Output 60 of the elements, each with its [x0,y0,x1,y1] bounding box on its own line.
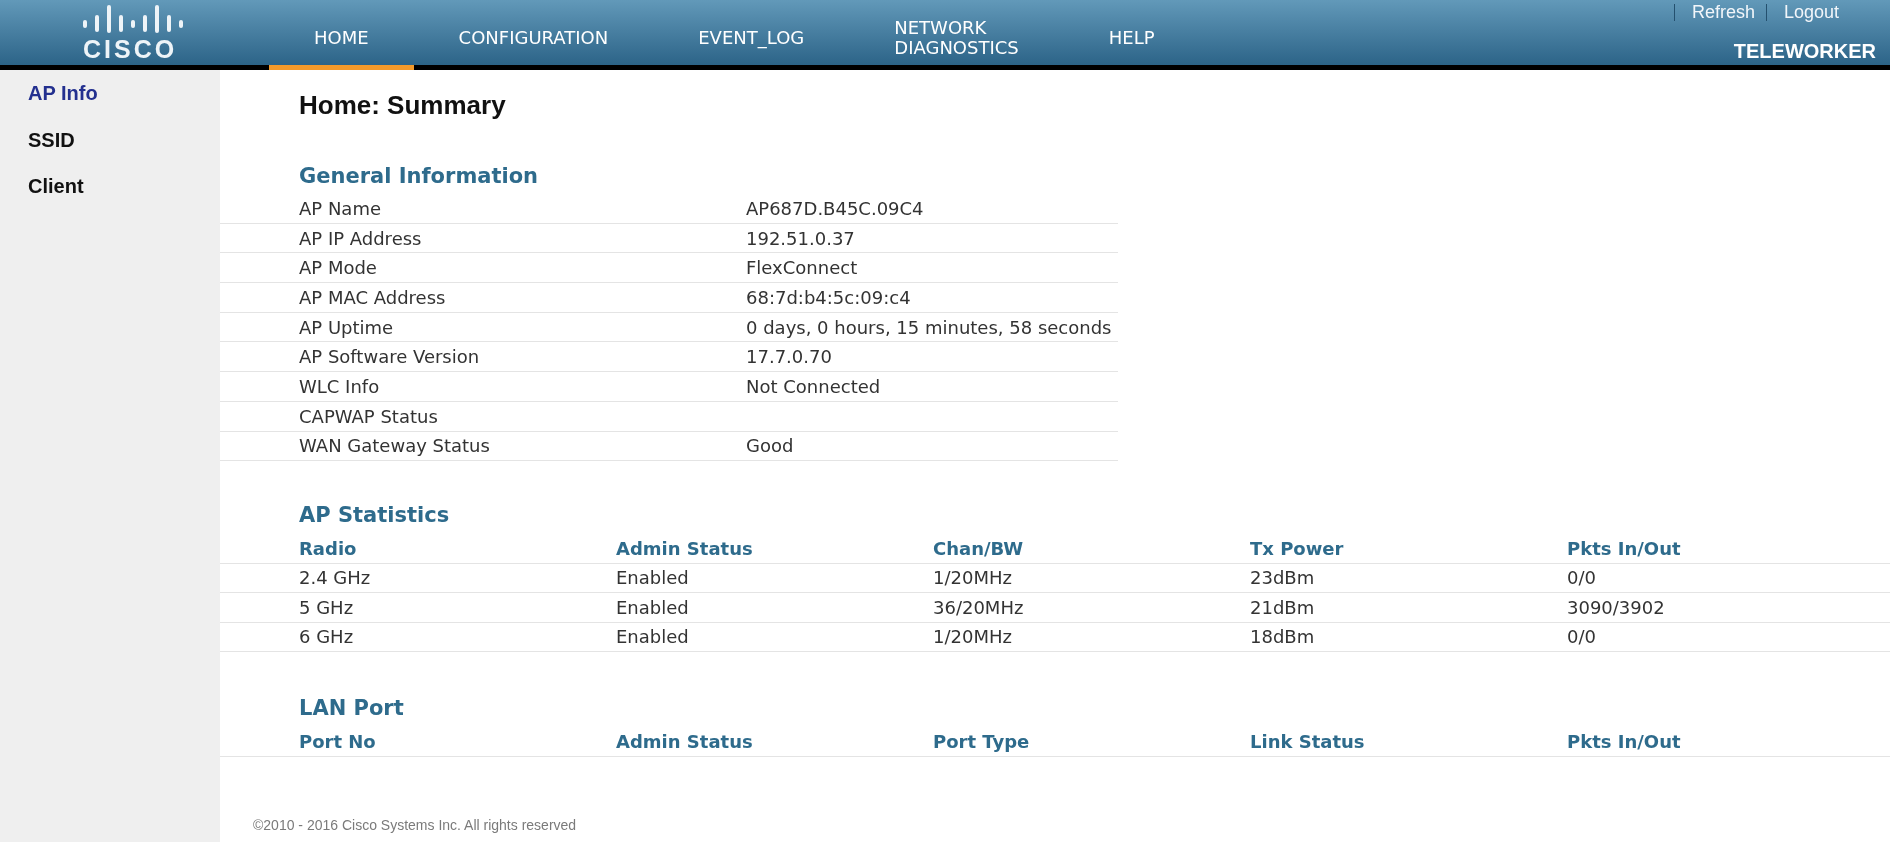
logo-wordmark: CISCO [83,39,178,59]
nav-tab[interactable]: HELP [1063,0,1200,70]
column-header: Admin Status [616,730,753,752]
field-value: Not Connected [746,374,881,399]
section-heading: AP Statistics [299,502,450,529]
column-header: Link Status [1250,730,1365,752]
bars-logo-icon [83,5,183,33]
nav-tab[interactable]: NETWORK DIAGNOSTICS [849,0,1064,70]
table-cell: 2.4 GHz [299,567,371,589]
table-cell: 23dBm [1250,567,1315,589]
field-value: 17.7.0.70 [746,345,832,370]
table-cell: 0/0 [1567,567,1596,589]
table-cell: 5 GHz [299,596,354,618]
field-label: WLC Info [299,375,380,397]
table-cell: Enabled [616,567,689,589]
field-value: 192.51.0.37 [746,226,855,251]
nav-tab[interactable]: EVENT_LOG [653,0,850,70]
field-label: AP Mode [299,257,377,279]
field-label: AP Uptime [299,316,394,338]
copyright-text: ©2010 - 2016 Cisco Systems Inc. All rights reserved [253,817,577,833]
table-cell: 0/0 [1567,626,1596,648]
table-cell: 21dBm [1250,596,1315,618]
table-cell: Enabled [616,596,689,618]
table-cell: 36/20MHz [933,596,1024,618]
table-cell: 18dBm [1250,626,1315,648]
mode-label: TELEWORKER [1733,41,1876,61]
field-value: AP687D.B45C.09C4 [746,196,924,221]
column-header: Admin Status [616,537,753,559]
section-heading: General Information [299,163,539,189]
column-header: Port Type [933,730,1030,752]
field-value: Good [746,434,794,459]
column-header: Tx Power [1250,537,1344,559]
page-title: Home: Summary [299,90,506,120]
table-cell: 1/20MHz [933,626,1012,648]
sidebar-item[interactable]: SSID [0,116,220,163]
nav-tab[interactable]: HOME [269,0,414,70]
nav-tab[interactable]: CONFIGURATION [413,0,654,70]
field-label: WAN Gateway Status [299,435,490,457]
column-header: Port No [299,730,376,752]
table-cell: 1/20MHz [933,567,1012,589]
column-header: Pkts In/Out [1567,537,1681,559]
header-link[interactable]: Logout [1783,3,1839,21]
field-value: 68:7d:b4:5c:09:c4 [746,285,911,310]
field-label: AP Software Version [299,346,480,368]
field-label: AP IP Address [299,227,422,249]
table-cell: 3090/3902 [1567,596,1665,618]
sidebar-item[interactable]: AP Info [0,70,220,117]
table-cell: 6 GHz [299,626,354,648]
field-value: FlexConnect [746,256,858,281]
section-heading: LAN Port [299,695,404,722]
table-cell: Enabled [616,626,689,648]
field-value: 0 days, 0 hours, 15 minutes, 58 seconds [746,315,1112,340]
field-label: AP Name [299,197,381,219]
field-label: CAPWAP Status [299,405,438,427]
sidebar-item[interactable]: Client [0,163,220,210]
column-header: Radio [299,537,357,559]
header-link[interactable]: Refresh [1691,3,1755,21]
column-header: Chan/BW [933,537,1024,559]
field-label: AP MAC Address [299,286,446,308]
column-header: Pkts In/Out [1567,730,1681,752]
